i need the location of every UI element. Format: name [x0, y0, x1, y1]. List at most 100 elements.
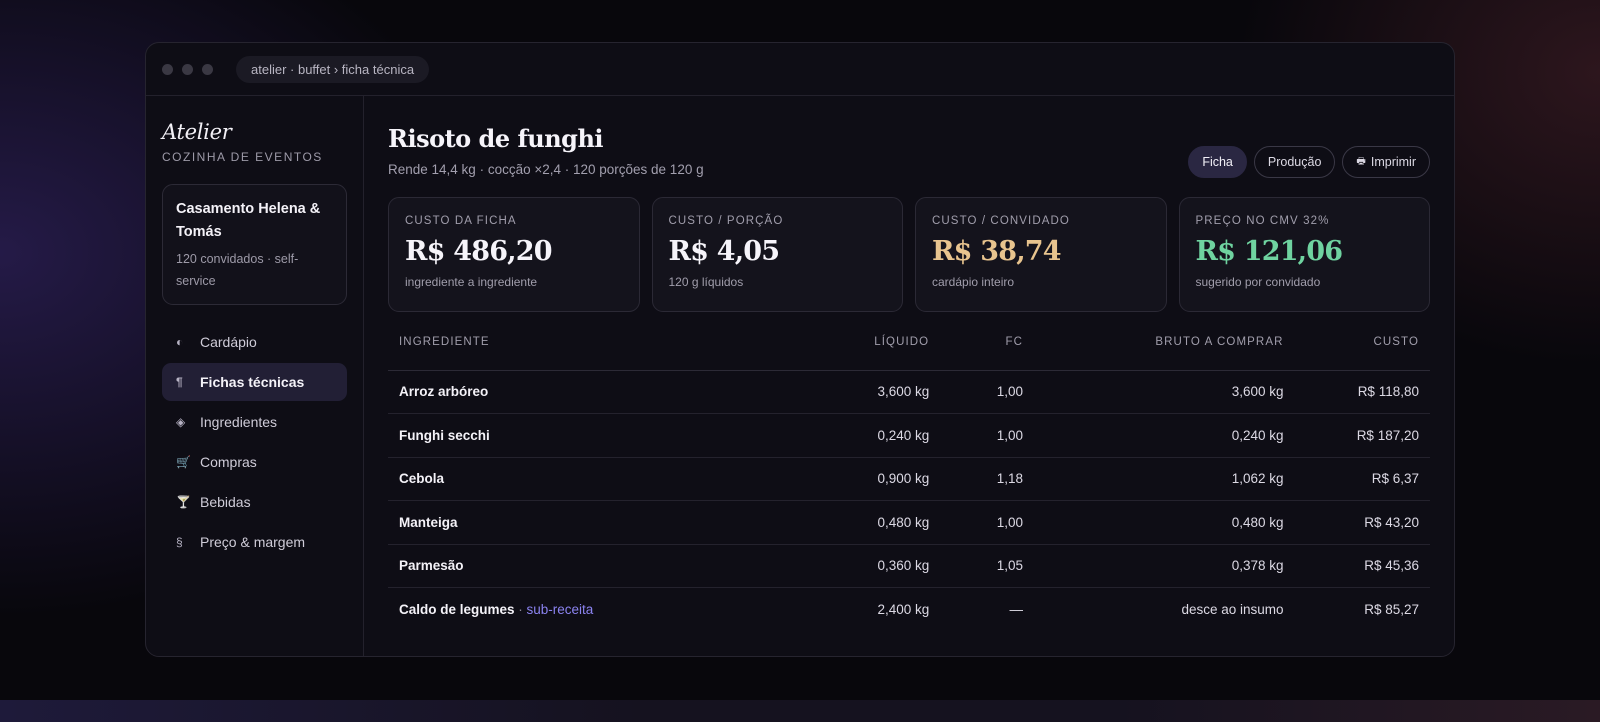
window-zoom-dot[interactable] — [202, 63, 213, 75]
fc-cell: 1,05 — [940, 544, 1034, 588]
background-strip — [0, 700, 1600, 722]
table-row[interactable]: Cebola 0,900 kg 1,18 1,062 kg R$ 6,37 — [388, 457, 1430, 501]
sidebar-item-label: Ingredientes — [200, 414, 278, 430]
table-row[interactable]: Manteiga 0,480 kg 1,00 0,480 kg R$ 43,20 — [388, 500, 1430, 545]
view-tabs: Ficha Produção 🖶 Imprimir — [1188, 146, 1430, 178]
ingredient-name: Cebola — [399, 471, 445, 487]
custo-cell: R$ 187,20 — [1294, 413, 1430, 458]
titlebar: atelier · buffet › ficha técnica — [146, 43, 1454, 96]
app-window: atelier · buffet › ficha técnica Atelier… — [145, 42, 1455, 657]
kpi-card-custo-ficha: CUSTO DA FICHA R$ 486,20 ingrediente a i… — [388, 197, 640, 312]
brand-subtitle: COZINHA DE EVENTOS — [162, 150, 323, 164]
kpi-note: cardápio inteiro — [932, 275, 1015, 289]
tab-producao[interactable]: Produção — [1253, 146, 1336, 178]
kpi-note: ingrediente a ingrediente — [405, 275, 538, 289]
liquido-cell: 3,600 kg — [836, 370, 941, 414]
print-button[interactable]: 🖶 Imprimir — [1342, 146, 1430, 178]
half-circle-icon: ◐ — [176, 335, 184, 349]
fc-cell: 1,00 — [940, 413, 1034, 458]
ingredient-name-cell: Funghi secchi — [388, 413, 837, 458]
sidebar-item-ingredientes[interactable]: ◈ Ingredientes — [162, 403, 347, 441]
separator-dot: · — [514, 602, 527, 617]
ingredient-name-cell: Parmesão — [388, 544, 837, 588]
kpi-value: R$ 4,05 — [668, 236, 781, 267]
ingredient-name-cell: Arroz arbóreo — [388, 370, 837, 414]
kpi-note: sugerido por convidado — [1195, 275, 1321, 289]
liquido-cell: 2,400 kg — [877, 602, 930, 617]
fc-cell: 1,00 — [940, 500, 1034, 545]
kpi-card-custo-convidado: CUSTO / CONVIDADO R$ 38,74 cardápio inte… — [915, 197, 1167, 312]
table-row[interactable]: Parmesão 0,360 kg 1,05 0,378 kg R$ 45,36 — [388, 544, 1430, 588]
custo-cell: R$ 118,80 — [1294, 370, 1430, 414]
column-header-liquido[interactable]: LÍQUIDO — [836, 336, 941, 371]
sidebar-nav: ◐ Cardápio ¶ Fichas técnicas ◈ Ingredien… — [162, 323, 347, 561]
kpi-card-preco-cmv: PREÇO NO CMV 32% R$ 121,06 sugerido por … — [1178, 197, 1430, 312]
sidebar-item-label: Bebidas — [200, 494, 251, 510]
sidebar-item-label: Cardápio — [200, 334, 257, 350]
kpi-label: CUSTO / PORÇÃO — [668, 215, 784, 227]
cocktail-glass-icon: 🍸 — [176, 495, 191, 509]
section-sign-icon: § — [176, 535, 183, 549]
fc-cell: 1,00 — [940, 370, 1034, 414]
window-close-dot[interactable] — [162, 63, 173, 75]
ingredient-name-cell: Cebola — [388, 457, 837, 501]
ingredients-table: INGREDIENTE LÍQUIDO FC BRUTO A COMPRAR C… — [388, 336, 1430, 631]
kpi-label: CUSTO DA FICHA — [405, 215, 517, 227]
sidebar-item-label: Compras — [200, 454, 257, 470]
ingredient-name-cell: Manteiga — [388, 500, 837, 545]
kpi-card-custo-porcao: CUSTO / PORÇÃO R$ 4,05 120 g líquidos — [651, 197, 903, 312]
bruto-cell: 0,240 kg — [1034, 413, 1295, 458]
table-row[interactable]: Funghi secchi 0,240 kg 1,00 0,240 kg R$ 187,… — [388, 413, 1430, 458]
pilcrow-icon: ¶ — [176, 375, 183, 389]
custo-cell: R$ 43,20 — [1294, 500, 1430, 545]
ingredient-name: Parmesão — [399, 558, 464, 574]
kpi-row: CUSTO DA FICHA R$ 486,20 ingrediente a i… — [388, 197, 1430, 312]
column-header-bruto[interactable]: BRUTO A COMPRAR — [1034, 336, 1295, 371]
bruto-cell: 0,480 kg — [1034, 500, 1295, 545]
diamond-icon: ◈ — [176, 415, 186, 429]
sidebar-item-fichas-tecnicas[interactable]: ¶ Fichas técnicas — [162, 363, 347, 401]
ingredient-name-cell: Caldo de legumes · sub-receita — [388, 588, 836, 632]
fc-cell: 1,18 — [940, 457, 1034, 501]
sidebar-item-bebidas[interactable]: 🍸 Bebidas — [162, 483, 347, 521]
sub-recipe-link[interactable]: sub-receita — [527, 602, 594, 617]
kpi-value: R$ 486,20 — [405, 236, 553, 267]
kpi-value: R$ 121,06 — [1195, 236, 1344, 267]
bruto-cell: 1,062 kg — [1034, 457, 1295, 501]
ingredient-name: Manteiga — [399, 514, 458, 530]
event-title: Casamento Helena & Tomás — [176, 201, 321, 240]
ingredient-name: Arroz arbóreo — [399, 384, 489, 400]
column-header-ingrediente[interactable]: INGREDIENTE — [388, 336, 837, 371]
bruto-cell: desce ao insumo — [1181, 602, 1284, 617]
main-content: Risoto de funghi Rende 14,4 kg · cocção … — [364, 96, 1454, 656]
liquido-cell: 0,240 kg — [836, 413, 941, 458]
tab-ficha[interactable]: Ficha — [1188, 146, 1247, 178]
column-header-fc[interactable]: FC — [940, 336, 1034, 371]
column-header-custo[interactable]: CUSTO — [1294, 336, 1430, 371]
table-row[interactable]: Arroz arbóreo 3,600 kg 1,00 3,600 kg R$ 118,… — [388, 370, 1430, 414]
custo-cell: R$ 85,27 — [1364, 602, 1419, 617]
sidebar-item-cardapio[interactable]: ◐ Cardápio — [162, 323, 347, 361]
event-card[interactable]: Casamento Helena & Tomás 120 convidados … — [162, 184, 347, 305]
ingredient-name: Funghi secchi — [399, 427, 490, 443]
custo-cell: R$ 6,37 — [1294, 457, 1430, 501]
printer-icon: 🖶 — [1356, 155, 1366, 167]
sidebar-item-preco-margem[interactable]: § Preço & margem — [162, 523, 347, 561]
event-meta: 120 convidados · self-service — [176, 252, 299, 288]
kpi-label: CUSTO / CONVIDADO — [932, 215, 1070, 227]
shopping-cart-icon: 🛒 — [176, 455, 191, 469]
bruto-cell: 0,378 kg — [1034, 544, 1295, 588]
sidebar-item-compras[interactable]: 🛒 Compras — [162, 443, 347, 481]
ingredient-name: Caldo de legumes — [399, 602, 515, 617]
brand-logo: Atelier — [162, 120, 232, 144]
table-header-row: INGREDIENTE LÍQUIDO FC BRUTO A COMPRAR C… — [388, 336, 1430, 371]
sidebar: Atelier COZINHA DE EVENTOS Casamento Hel… — [146, 96, 364, 656]
table-row[interactable]: Caldo de legumes · sub-receita 2,400 kg — d… — [388, 588, 1430, 632]
window-minimize-dot[interactable] — [182, 63, 193, 75]
liquido-cell: 0,360 kg — [836, 544, 941, 588]
custo-cell: R$ 45,36 — [1294, 544, 1430, 588]
address-bar[interactable]: atelier · buffet › ficha técnica — [236, 55, 430, 83]
fc-cell: — — [1009, 602, 1024, 617]
bruto-cell: 3,600 kg — [1034, 370, 1295, 414]
liquido-cell: 0,900 kg — [836, 457, 941, 501]
